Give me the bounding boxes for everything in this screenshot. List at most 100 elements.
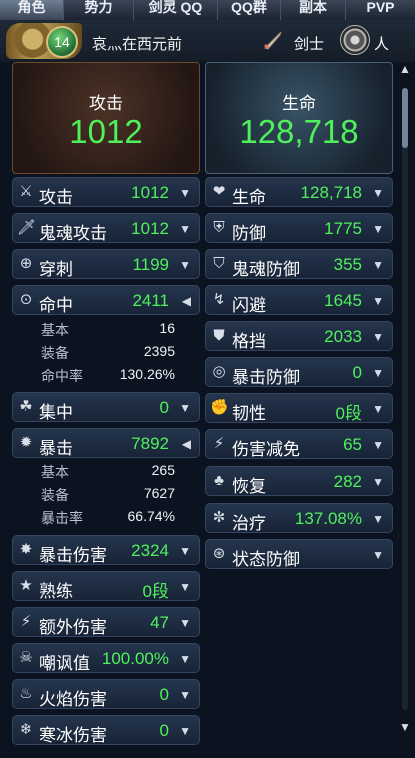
tab-qq-group[interactable]: QQ群 xyxy=(218,0,281,20)
stat-row-crit[interactable]: ✹ 暴击 7892 ◀ xyxy=(12,428,200,458)
stat-label: 暴击伤害 xyxy=(39,546,107,565)
crit-base-value: 265 xyxy=(151,462,175,478)
tab-dungeon[interactable]: 副本 xyxy=(281,0,346,20)
scroll-down-button[interactable]: ▼ xyxy=(398,720,412,738)
crit-equip-value: 7627 xyxy=(143,485,175,501)
stat-row-hp[interactable]: ❤ 生命 128,718 ▼ xyxy=(205,177,393,207)
crit-rate-value: 66.74% xyxy=(127,508,175,524)
chevron-down-icon[interactable]: ▼ xyxy=(179,222,191,236)
crit-rate-label: 暴击率 xyxy=(41,510,83,526)
chevron-down-icon[interactable]: ▼ xyxy=(179,258,191,272)
chevron-down-icon[interactable]: ▼ xyxy=(372,186,384,200)
hp-panel: 生命 128,718 xyxy=(205,62,393,174)
stat-value: 47 xyxy=(150,613,169,632)
stat-value: 282 xyxy=(333,472,362,491)
chevron-down-icon[interactable]: ▼ xyxy=(179,616,191,630)
stat-row-pierce[interactable]: ⊕ 穿刺 1199 ▼ xyxy=(12,249,200,279)
stat-row-status-defense[interactable]: ⊛ 状态防御 ▼ xyxy=(205,539,393,569)
chevron-down-icon[interactable]: ▼ xyxy=(179,401,191,415)
chevron-down-icon[interactable]: ▼ xyxy=(372,402,384,416)
chevron-down-icon[interactable]: ▼ xyxy=(179,580,191,594)
crit-icon: ✹ xyxy=(19,434,33,451)
block-icon: ⛊ xyxy=(213,327,225,344)
chevron-down-icon[interactable]: ▼ xyxy=(179,724,191,738)
heart-icon: ❤ xyxy=(212,183,226,200)
focus-icon: ☘ xyxy=(19,398,33,415)
scrollbar-track[interactable] xyxy=(402,88,408,710)
stat-row-soul-defense[interactable]: ⛉ 鬼魂防御 355 ▼ xyxy=(205,249,393,279)
stat-value: 1012 xyxy=(131,183,169,202)
stat-label: 攻击 xyxy=(39,188,73,207)
attack-panel: 攻击 1012 xyxy=(12,62,200,174)
tab-faction[interactable]: 势力 xyxy=(64,0,134,20)
stat-value: 1199 xyxy=(132,255,169,274)
stat-label: 寒冰伤害 xyxy=(39,726,107,745)
stat-row-block[interactable]: ⛊ 格挡 2033 ▼ xyxy=(205,321,393,351)
stat-row-focus[interactable]: ☘ 集中 0 ▼ xyxy=(12,392,200,422)
hit-rate-label: 命中率 xyxy=(41,368,83,384)
sword-class-icon xyxy=(263,31,282,50)
stat-label: 恢复 xyxy=(232,477,266,496)
stat-row-healing[interactable]: ✼ 治疗 137.08% ▼ xyxy=(205,503,393,533)
stat-row-frost-damage[interactable]: ❄ 寒冰伤害 0 ▼ xyxy=(12,715,200,745)
target-icon: ⊙ xyxy=(19,291,33,308)
character-header: 14 哀灬在西元前 剑士 人 xyxy=(0,20,415,62)
chevron-down-icon[interactable]: ▼ xyxy=(372,258,384,272)
tenacity-icon: ✊ xyxy=(210,399,229,416)
stat-row-defense[interactable]: ⛨ 防御 1775 ▼ xyxy=(205,213,393,243)
scrollbar-thumb[interactable] xyxy=(402,88,408,148)
stat-value: 1645 xyxy=(324,291,362,310)
chevron-down-icon[interactable]: ▼ xyxy=(372,366,384,380)
stat-label: 火焰伤害 xyxy=(39,690,107,709)
crit-base-label: 基本 xyxy=(41,464,69,480)
evade-icon: ↯ xyxy=(212,291,226,308)
stat-row-tenacity[interactable]: ✊ 韧性 0段 ▼ xyxy=(205,393,393,423)
stat-value: 0 xyxy=(159,398,169,417)
stat-row-extra-damage[interactable]: ⚡ 额外伤害 47 ▼ xyxy=(12,607,200,637)
stat-value: 7892 xyxy=(131,434,169,453)
stat-row-recovery[interactable]: ♣ 恢复 282 ▼ xyxy=(205,466,393,496)
tab-blade-soul-qq[interactable]: 剑灵 QQ xyxy=(134,0,218,20)
stat-row-taunt[interactable]: ☠ 嘲讽值 100.00% ▼ xyxy=(12,643,200,673)
soul-sword-icon: 🗡 xyxy=(17,219,37,236)
chevron-down-icon[interactable]: ▼ xyxy=(372,330,384,344)
scroll-up-button[interactable]: ▲ xyxy=(398,62,412,80)
race-emblem-icon xyxy=(340,25,370,55)
shield-icon: ⛨ xyxy=(213,219,225,236)
stat-row-soul-attack[interactable]: 🗡 鬼魂攻击 1012 ▼ xyxy=(12,213,200,243)
tab-pvp[interactable]: PVP xyxy=(346,0,415,20)
stat-row-evade[interactable]: ↯ 闪避 1645 ▼ xyxy=(205,285,393,315)
stat-label: 暴击 xyxy=(39,439,73,458)
stat-label: 治疗 xyxy=(232,514,266,533)
tab-character[interactable]: 角色 xyxy=(0,0,64,20)
chevron-down-icon[interactable]: ▼ xyxy=(372,294,384,308)
hit-base-label: 基本 xyxy=(41,322,69,338)
chevron-left-icon[interactable]: ◀ xyxy=(182,294,191,308)
stat-label: 伤害减免 xyxy=(232,440,300,459)
stat-row-crit-defense[interactable]: ◎ 暴击防御 0 ▼ xyxy=(205,357,393,387)
chevron-down-icon[interactable]: ▼ xyxy=(179,186,191,200)
chevron-left-icon[interactable]: ◀ xyxy=(182,437,191,451)
stat-row-damage-reduction[interactable]: ⚡ 伤害减免 65 ▼ xyxy=(205,429,393,459)
stat-row-fire-damage[interactable]: ♨ 火焰伤害 0 ▼ xyxy=(12,679,200,709)
stat-label: 闪避 xyxy=(232,296,266,315)
chevron-down-icon[interactable]: ▼ xyxy=(372,548,384,562)
stat-label: 熟练 xyxy=(39,582,73,601)
chevron-down-icon[interactable]: ▼ xyxy=(372,438,384,452)
crit-defense-icon: ◎ xyxy=(212,363,226,380)
hp-panel-value: 128,718 xyxy=(239,113,359,150)
stat-row-crit-damage[interactable]: ✸ 暴击伤害 2324 ▼ xyxy=(12,535,200,565)
chevron-down-icon[interactable]: ▼ xyxy=(372,222,384,236)
healing-icon: ✼ xyxy=(212,509,226,526)
chevron-down-icon[interactable]: ▼ xyxy=(179,544,191,558)
stat-row-hit[interactable]: ⊙ 命中 2411 ◀ xyxy=(12,285,200,315)
stat-row-mastery[interactable]: ★ 熟练 0段 ▼ xyxy=(12,571,200,601)
stat-label: 集中 xyxy=(39,403,73,422)
chevron-down-icon[interactable]: ▼ xyxy=(372,512,384,526)
stat-row-attack[interactable]: ⚔ 攻击 1012 ▼ xyxy=(12,177,200,207)
crit-damage-icon: ✸ xyxy=(19,541,33,558)
chevron-down-icon[interactable]: ▼ xyxy=(179,688,191,702)
chevron-down-icon[interactable]: ▼ xyxy=(179,652,191,666)
chevron-down-icon[interactable]: ▼ xyxy=(372,475,384,489)
class-label: 剑士 xyxy=(294,36,325,53)
